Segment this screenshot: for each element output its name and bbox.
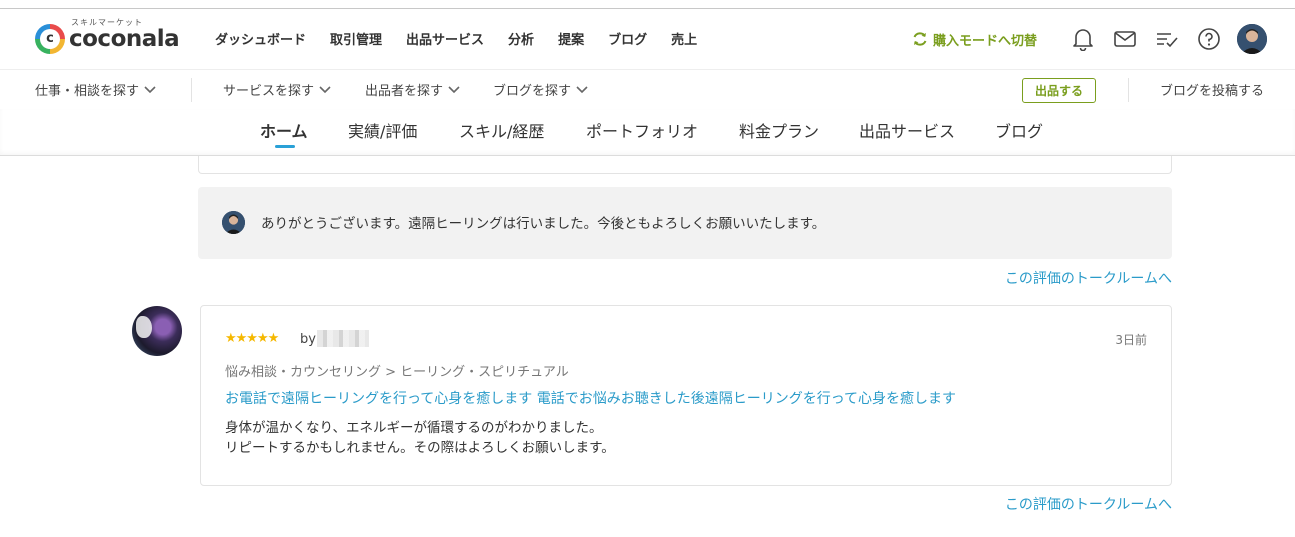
tab-ratings[interactable]: 実績/評価 xyxy=(348,118,417,142)
review-card: ★★★★★ by 3日前 悩み相談・カウンセリング > ヒーリング・スピリチュア… xyxy=(200,305,1172,486)
previous-review-card xyxy=(198,156,1172,174)
tab-skills[interactable]: スキル/経歴 xyxy=(459,118,544,142)
logo-mark-icon: c xyxy=(35,24,65,54)
todo-button[interactable] xyxy=(1151,23,1183,55)
review-body-line: 身体が温かくなり、エネルギーが循環するのがわかりました。 xyxy=(225,420,603,436)
tab-pricing[interactable]: 料金プラン xyxy=(739,118,819,142)
reviewed-service-link[interactable]: お電話で遠隔ヒーリングを行って心身を癒します 電話でお悩みお聴きした後遠隔ヒーリ… xyxy=(225,388,956,408)
reviewer-name-blurred xyxy=(317,330,369,347)
find-seller-dropdown[interactable]: 出品者を探す xyxy=(365,80,460,99)
profile-tabs: ホーム 実績/評価 スキル/経歴 ポートフォリオ 料金プラン 出品サービス ブロ… xyxy=(0,109,1295,156)
coconala-logo[interactable]: c スキルマーケット coconala xyxy=(35,18,180,57)
messages-button[interactable] xyxy=(1109,23,1141,55)
chevron-down-icon xyxy=(576,85,588,93)
bell-icon xyxy=(1073,29,1093,51)
user-photo-icon xyxy=(1237,24,1267,54)
nav-proposals[interactable]: 提案 xyxy=(558,29,584,48)
todo-list-icon xyxy=(1157,33,1178,48)
rating-stars: ★★★★★ xyxy=(225,331,279,346)
find-service-dropdown[interactable]: サービスを探す xyxy=(223,80,331,99)
header-actions: 購入モードへ切替 xyxy=(912,23,1267,55)
tab-portfolio[interactable]: ポートフォリオ xyxy=(586,118,698,142)
post-blog-link[interactable]: ブログを投稿する xyxy=(1160,80,1264,99)
review-body-line: リピートするかもしれません。その際はよろしくお願いします。 xyxy=(225,440,615,456)
notifications-button[interactable] xyxy=(1067,23,1099,55)
nav-transactions[interactable]: 取引管理 xyxy=(330,29,382,48)
reviewer-by-label: by xyxy=(300,332,316,347)
main-nav: ダッシュボード 取引管理 出品サービス 分析 提案 ブログ 売上 xyxy=(215,29,721,48)
chevron-down-icon xyxy=(144,85,156,93)
logo-wordmark: coconala xyxy=(69,26,180,52)
reply-text: ありがとうございます。遠隔ヒーリングは行いました。今後ともよろしくお願いいたしま… xyxy=(261,216,826,232)
nav-sales[interactable]: 売上 xyxy=(671,29,697,48)
mail-icon xyxy=(1114,31,1136,47)
switch-mode-label: 購入モードへ切替 xyxy=(932,33,1037,49)
chevron-down-icon xyxy=(319,85,331,93)
tab-home[interactable]: ホーム xyxy=(260,118,308,142)
logo-subtitle: スキルマーケット xyxy=(71,18,143,27)
review-category: 悩み相談・カウンセリング > ヒーリング・スピリチュアル xyxy=(225,365,569,380)
sell-button[interactable]: 出品する xyxy=(1022,78,1096,103)
nav-dashboard[interactable]: ダッシュボード xyxy=(215,29,306,48)
divider xyxy=(1128,78,1129,102)
refresh-icon xyxy=(913,32,927,46)
tab-services[interactable]: 出品サービス xyxy=(859,118,955,142)
review-date: 3日前 xyxy=(1115,333,1147,347)
seller-reply: ありがとうございます。遠隔ヒーリングは行いました。今後ともよろしくお願いいたしま… xyxy=(198,187,1172,259)
nav-blog[interactable]: ブログ xyxy=(608,29,647,48)
nav-analytics[interactable]: 分析 xyxy=(508,29,534,48)
seller-photo-icon xyxy=(222,211,245,234)
find-blog-dropdown[interactable]: ブログを探す xyxy=(493,80,588,99)
help-icon xyxy=(1198,28,1220,50)
help-button[interactable] xyxy=(1193,23,1225,55)
global-header: c スキルマーケット coconala ダッシュボード 取引管理 出品サービス … xyxy=(0,9,1295,69)
category-subnav: 仕事・相談を探す サービスを探す 出品者を探す ブログを探す 出品する ブログを… xyxy=(0,69,1295,109)
reviewer-avatar[interactable] xyxy=(132,306,182,356)
nav-listed-services[interactable]: 出品サービス xyxy=(406,29,484,48)
divider xyxy=(191,78,192,102)
active-tab-indicator xyxy=(275,145,295,148)
chevron-down-icon xyxy=(448,85,460,93)
talk-room-link[interactable]: この評価のトークルームへ xyxy=(1005,268,1172,288)
find-work-dropdown[interactable]: 仕事・相談を探す xyxy=(35,80,156,99)
tab-blog[interactable]: ブログ xyxy=(995,118,1043,142)
talk-room-link[interactable]: この評価のトークルームへ xyxy=(1005,494,1172,514)
switch-to-buyer-mode-button[interactable]: 購入モードへ切替 xyxy=(912,30,1037,49)
user-avatar[interactable] xyxy=(1237,24,1267,54)
review-body: 身体が温かくなり、エネルギーが循環するのがわかりました。 リピートするかもしれま… xyxy=(225,418,615,458)
seller-avatar xyxy=(222,211,245,234)
